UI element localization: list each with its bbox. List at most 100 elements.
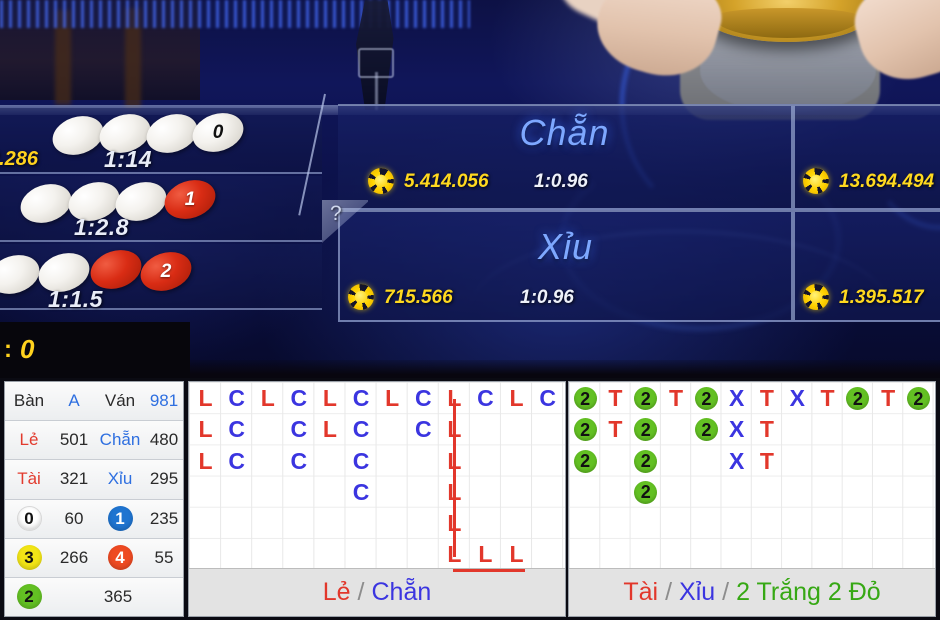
- row-amount-0: 2.286: [0, 148, 39, 170]
- egg-bet-row-1[interactable]: 1 1:2.8: [0, 173, 322, 242]
- game-screen: 0 1:14 2.286 1 1:2.8 2 1:1.5: [0, 0, 940, 620]
- roadmap-cell-X: X: [728, 416, 745, 443]
- roadmap-tai-xiu[interactable]: 222TT2222T22XXXTTTXT2T2 Tài / Xỉu / 2 Tr…: [568, 381, 936, 617]
- result-dot-4: 4: [107, 545, 133, 571]
- roadmap-cell-2: 2: [634, 480, 658, 504]
- countdown-value: 0: [20, 334, 35, 364]
- roadmap-cell-T: T: [759, 416, 774, 443]
- stats-cell: 480: [149, 430, 179, 450]
- roadmap-cell-2: 2: [634, 418, 658, 442]
- roadmap-cell-L: L: [385, 385, 400, 412]
- footer-label-chan: Chẵn: [371, 578, 432, 606]
- bet-cell-chan-right[interactable]: 13.694.494: [793, 104, 940, 210]
- result-dot-1: 1: [107, 506, 133, 532]
- roadmap-cell-L: L: [198, 447, 213, 474]
- roadmap-cell-C: C: [228, 447, 245, 474]
- egg-label: 0: [212, 121, 224, 143]
- footer-sep-1: /: [665, 578, 673, 606]
- roadmap-cell-C: C: [539, 385, 556, 412]
- roadmap-cell-2: 2: [906, 387, 930, 411]
- roadmap-cell-L: L: [509, 385, 524, 412]
- stats-cell: 0: [5, 506, 53, 532]
- roadmap-cell-C: C: [414, 385, 432, 412]
- footer-label-le: Lẻ: [322, 578, 351, 606]
- roadmap-cell-2: 2: [694, 418, 718, 442]
- roadmap-le-chan[interactable]: LLLCCCLCCCLLCCCCLCCLLLLLLCLLLC Lẻ / Chẵn: [188, 381, 566, 617]
- row-odds-2: 1:1.5: [48, 286, 103, 312]
- row-odds-0: 1:14: [104, 146, 153, 172]
- roadmap-cell-T: T: [669, 385, 684, 412]
- stats-cell: 235: [149, 508, 179, 528]
- roadmap-cell-L: L: [198, 416, 213, 443]
- egg-bet-row-0[interactable]: 0 1:14 2.286: [0, 106, 322, 174]
- stats-cell: 3: [5, 545, 53, 571]
- egg-odds-panel: 0 1:14 2.286 1 1:2.8 2 1:1.5: [0, 106, 322, 320]
- bet-title-chan: Chẵn: [519, 112, 610, 153]
- bet-cell-xiu[interactable]: Xỉu 715.566 1:0.96: [338, 210, 793, 322]
- roadmap-cell-X: X: [728, 447, 745, 474]
- stats-cell: 981: [149, 391, 179, 411]
- stats-cell: Lẻ: [19, 430, 39, 450]
- unknown-marker[interactable]: ?: [322, 200, 368, 252]
- stats-cell: 1: [95, 506, 145, 532]
- roadmap-footer-tai-xiu: Tài / Xỉu / 2 Trắng 2 Đỏ: [569, 568, 935, 616]
- bet-amount-chan: 5.414.056: [404, 171, 489, 192]
- statistics-table: Bàn A Ván 981 Lẻ 501 Chẵn 480 Tài 321 Xỉu 295 0 60 1 23…: [4, 381, 184, 617]
- stats-row: Lẻ 501 Chẵn 480: [5, 421, 183, 461]
- roadmap-cell-L: L: [322, 416, 337, 443]
- chip-icon: [368, 168, 394, 194]
- footer-sep-2: /: [722, 578, 730, 606]
- egg-bet-row-2[interactable]: 2 1:1.5: [0, 243, 322, 312]
- stats-cell: 4: [95, 545, 145, 571]
- roadmap-cell-T: T: [820, 385, 835, 412]
- bet-board: Chẵn 5.414.056 1:0.96 13.694.494 Xỉu 715…: [322, 104, 940, 322]
- roadmap-cell-L: L: [478, 541, 493, 568]
- roadmap-cell-C: C: [477, 385, 494, 412]
- bet-cell-xiu-right[interactable]: 1.395.517: [793, 210, 940, 322]
- egg-white: [15, 177, 77, 230]
- roadmap-cell-C: C: [352, 447, 370, 474]
- egg-label: 1: [184, 188, 196, 210]
- question-mark-icon: ?: [330, 202, 342, 225]
- chip-icon: [803, 284, 829, 310]
- stats-cell: 60: [64, 508, 84, 528]
- roadmap-cell-2: 2: [573, 418, 597, 442]
- egg-white-labeled: 0: [187, 106, 249, 159]
- countdown-bar: : 0: [0, 322, 190, 378]
- roadmap-cell-C: C: [414, 416, 432, 443]
- roadmap-cell-T: T: [881, 385, 896, 412]
- roadmap-cell-C: C: [228, 385, 245, 412]
- unknown-marker-triangle: [322, 200, 368, 250]
- stats-cell: Xỉu: [107, 469, 133, 489]
- footer-label-tai: Tài: [623, 578, 659, 606]
- result-dot-2: 2: [16, 584, 42, 610]
- roadmap-cell-L: L: [509, 541, 524, 568]
- stats-cell: A: [68, 391, 80, 411]
- roadmap-trend-line: [453, 569, 525, 572]
- egg-red-labeled: 1: [159, 173, 221, 226]
- countdown-colon: :: [4, 336, 12, 363]
- bet-odds-chan: 1:0.96: [534, 171, 588, 192]
- bet-odds-xiu: 1:0.96: [520, 287, 574, 308]
- bet-cell-chan[interactable]: Chẵn 5.414.056 1:0.96: [338, 104, 793, 210]
- egg-red-labeled: 2: [135, 245, 197, 298]
- roadmap-cell-C: C: [352, 478, 370, 505]
- egg-label: 2: [160, 260, 172, 282]
- roadmap-grid-le-chan[interactable]: LLLCCCLCCCLLCCCCLCCLLLLLLCLLLC: [189, 382, 565, 572]
- stats-row: 2 365: [5, 577, 183, 617]
- roadmap-cell-T: T: [759, 385, 774, 412]
- stats-cell: 365: [103, 586, 133, 606]
- chip-icon: [348, 284, 374, 310]
- roadmap-cell-2: 2: [634, 449, 658, 473]
- stats-cell: Ván: [104, 391, 136, 411]
- chip-icon: [803, 168, 829, 194]
- roadmap-cell-2: 2: [573, 387, 597, 411]
- roadmap-cell-2: 2: [573, 449, 597, 473]
- roadmap-cell-2: 2: [694, 387, 718, 411]
- result-dot-0: 0: [16, 506, 42, 532]
- roadmap-grid-tai-xiu[interactable]: 222TT2222T22XXXTTTXT2T2: [569, 382, 935, 568]
- bet-amount-xiu: 715.566: [384, 287, 453, 308]
- roadmap-cell-X: X: [789, 385, 805, 412]
- roadmap-cell-2: 2: [634, 387, 658, 411]
- stats-cell: 321: [59, 469, 89, 489]
